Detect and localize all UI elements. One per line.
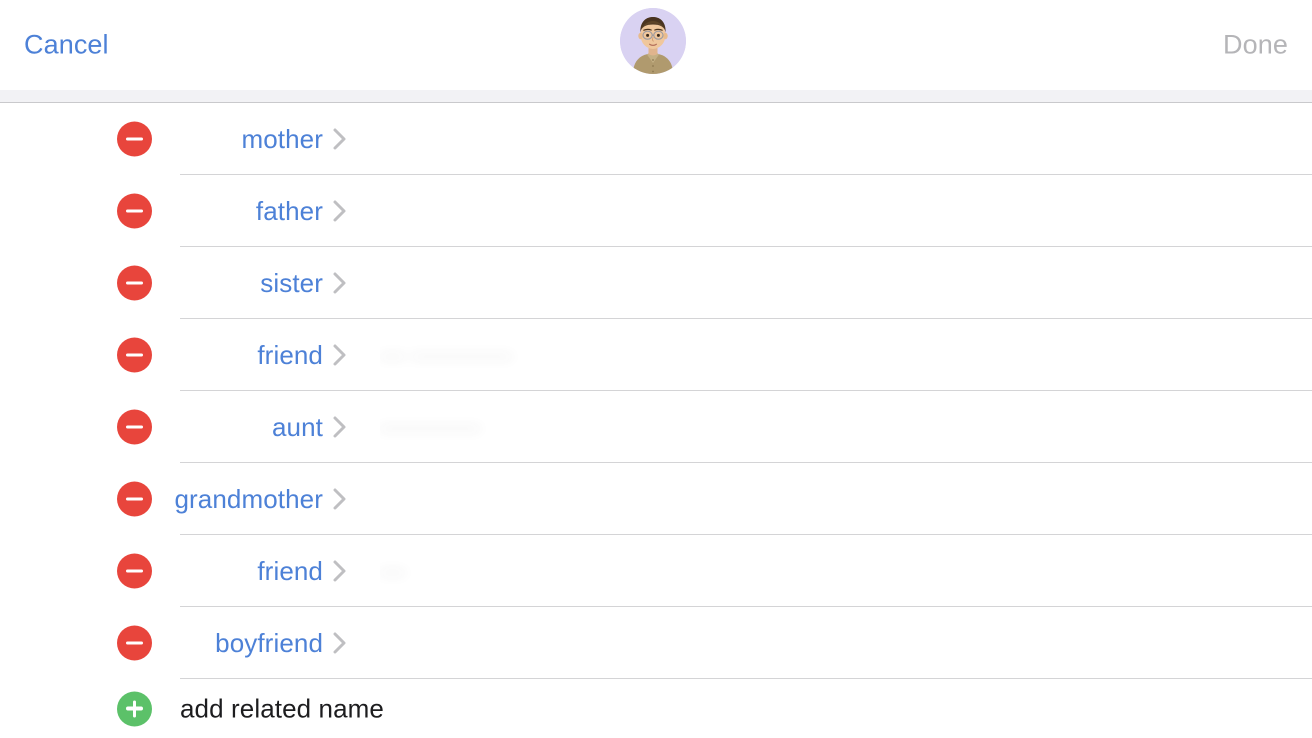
- relation-label: friend: [257, 339, 323, 370]
- related-name-value: — ————: [380, 340, 512, 369]
- minus-circle-icon[interactable]: [117, 409, 152, 445]
- relation-label-cell[interactable]: sister: [180, 247, 364, 319]
- row-accessories: [1082, 391, 1312, 463]
- row-accessories: [1082, 103, 1312, 175]
- table-row[interactable]: sister: [0, 247, 1312, 319]
- related-name-value-cell[interactable]: ————: [380, 391, 1082, 463]
- minus-circle-icon[interactable]: [117, 625, 152, 661]
- row-accessories: [1082, 463, 1312, 535]
- row-accessories: [1082, 535, 1312, 607]
- related-name-value-cell[interactable]: — ————: [380, 319, 1082, 391]
- row-accessories: [1082, 319, 1312, 391]
- chevron-right-icon: [332, 342, 348, 368]
- related-name-value-cell[interactable]: [380, 463, 1082, 535]
- done-button[interactable]: Done: [1223, 30, 1288, 61]
- chevron-right-icon: [332, 630, 348, 656]
- relation-label-cell[interactable]: aunt: [180, 391, 364, 463]
- minus-circle-icon[interactable]: [117, 553, 152, 589]
- row-accessories: [1082, 175, 1312, 247]
- relation-label: friend: [257, 555, 323, 586]
- relation-label-cell[interactable]: grandmother: [174, 463, 364, 535]
- relation-label: mother: [241, 123, 323, 154]
- relation-label: father: [255, 195, 323, 226]
- chevron-right-icon: [332, 486, 348, 512]
- minus-circle-icon[interactable]: [117, 193, 152, 229]
- related-name-value: —: [380, 556, 405, 585]
- relation-label-cell[interactable]: boyfriend: [180, 607, 364, 679]
- relation-label: grandmother: [174, 483, 323, 514]
- add-related-name-label: add related name: [180, 693, 384, 723]
- related-names-list: mother father sister friend — ———— aunt ———— gr…: [0, 103, 1312, 679]
- related-name-value-cell[interactable]: [380, 175, 1082, 247]
- cancel-button[interactable]: Cancel: [24, 30, 109, 61]
- row-accessories: [1082, 607, 1312, 679]
- table-row[interactable]: mother: [0, 103, 1312, 175]
- relation-label-cell[interactable]: father: [180, 175, 364, 247]
- table-row[interactable]: friend —: [0, 535, 1312, 607]
- minus-circle-icon[interactable]: [117, 337, 152, 373]
- chevron-right-icon: [332, 198, 348, 224]
- relation-label-cell[interactable]: mother: [180, 103, 364, 175]
- chevron-right-icon: [332, 126, 348, 152]
- minus-circle-icon[interactable]: [117, 481, 152, 517]
- relation-label-cell[interactable]: friend: [180, 535, 364, 607]
- chevron-right-icon: [332, 414, 348, 440]
- related-name-value-cell[interactable]: —: [380, 535, 1082, 607]
- related-name-value-cell[interactable]: [380, 607, 1082, 679]
- chevron-right-icon: [332, 558, 348, 584]
- relation-label: sister: [260, 267, 323, 298]
- table-row[interactable]: boyfriend: [0, 607, 1312, 679]
- minus-circle-icon[interactable]: [117, 265, 152, 301]
- row-accessories: [1082, 247, 1312, 319]
- table-row[interactable]: friend — ————: [0, 319, 1312, 391]
- relation-label: boyfriend: [215, 627, 323, 658]
- related-name-value-cell[interactable]: [380, 103, 1082, 175]
- related-name-value-cell[interactable]: [380, 247, 1082, 319]
- navigation-bar: Cancel Done: [0, 0, 1312, 90]
- relation-label-cell[interactable]: friend: [180, 319, 364, 391]
- relation-label: aunt: [271, 411, 323, 442]
- table-row[interactable]: father: [0, 175, 1312, 247]
- chevron-right-icon: [332, 270, 348, 296]
- plus-circle-icon[interactable]: [117, 691, 152, 726]
- table-row[interactable]: grandmother: [0, 463, 1312, 535]
- related-name-value: ————: [380, 412, 480, 441]
- avatar[interactable]: [620, 8, 686, 74]
- add-related-name-row[interactable]: add related name: [0, 679, 1312, 738]
- minus-circle-icon[interactable]: [117, 121, 152, 157]
- table-row[interactable]: aunt ————: [0, 391, 1312, 463]
- navbar-separator: [0, 90, 1312, 103]
